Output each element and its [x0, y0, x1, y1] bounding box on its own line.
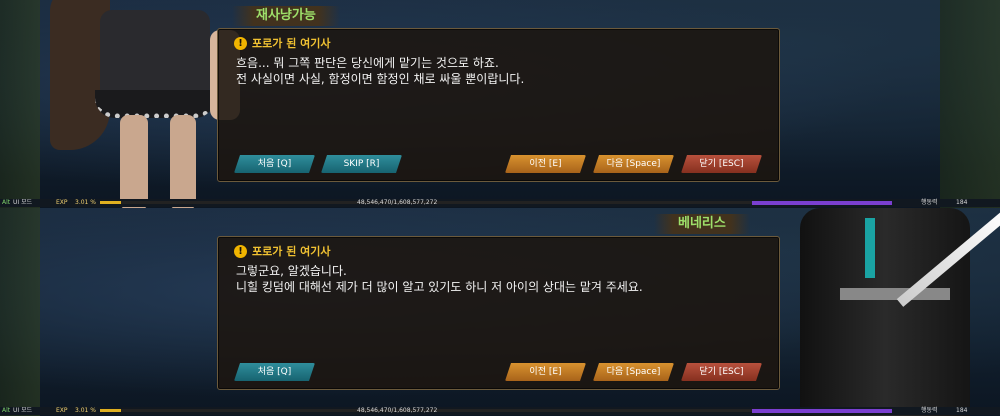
exclamation-icon: ! [234, 244, 247, 258]
stamina-value: 184 [956, 199, 968, 206]
stamina-value: 184 [956, 407, 968, 414]
exp-values: 48,546,470/1,608,577,272 [357, 199, 438, 206]
stamina-bar [752, 201, 892, 205]
dialog-header: ! 포로가 된 여기사 [234, 243, 331, 259]
exp-bar-fill [100, 409, 122, 412]
exp-bar [100, 201, 800, 204]
close-button[interactable]: 닫기 [ESC] [681, 363, 762, 381]
ui-mode-toggle[interactable]: UI 모드 [13, 199, 32, 207]
stamina-label: 행동력 [921, 199, 938, 206]
next-button[interactable]: 다음 [Space] [593, 155, 674, 173]
dialog-header: ! 포로가 된 여기사 [234, 35, 331, 51]
female-knight-character [40, 0, 240, 208]
speaker-name-tag: 재사냥가능 [232, 6, 340, 26]
exp-label: EXP [56, 199, 68, 206]
prev-button[interactable]: 이전 [E] [505, 363, 586, 381]
dialog-line: 니힐 킹덤에 대해선 제가 더 많이 알고 있기도 하니 저 아이의 상대는 맡… [236, 280, 643, 294]
exp-bar-fill [100, 201, 122, 204]
prev-button[interactable]: 이전 [E] [505, 155, 586, 173]
dialog-title: 포로가 된 여기사 [252, 245, 331, 258]
skip-button[interactable]: SKIP [R] [321, 155, 402, 173]
status-bar: Alt UI 모드 EXP 3.01 % 48,546,470/1,608,57… [0, 199, 1000, 207]
stamina-label: 행동력 [921, 407, 938, 414]
close-button[interactable]: 닫기 [ESC] [681, 155, 762, 173]
status-bar: Alt UI 모드 EXP 3.01 % 48,546,470/1,608,57… [0, 407, 1000, 415]
swordsman-character [780, 208, 1000, 416]
dialog-title: 포로가 된 여기사 [252, 37, 331, 50]
background-tree [940, 0, 1000, 208]
exp-bar [100, 409, 800, 412]
dialog-line: 그렇군요, 알겠습니다. [236, 264, 347, 278]
stamina-bar [752, 409, 892, 413]
dialog-line: 흐음... 뭐 그쪽 판단은 당신에게 맡기는 것으로 하죠. [236, 56, 499, 70]
dialog-box: ! 포로가 된 여기사 그렇군요, 알겠습니다. 니힐 킹덤에 대해선 제가 더… [217, 236, 780, 390]
background-tree [0, 208, 40, 416]
alt-key-hint: Alt [2, 407, 11, 414]
first-button[interactable]: 처음 [Q] [234, 155, 315, 173]
exp-percent: 3.01 % [75, 407, 96, 414]
speaker-name-tag: 베네리스 [654, 214, 750, 234]
exclamation-icon: ! [234, 36, 247, 50]
first-button[interactable]: 처음 [Q] [234, 363, 315, 381]
dialog-box: ! 포로가 된 여기사 흐음... 뭐 그쪽 판단은 당신에게 맡기는 것으로 … [217, 28, 780, 182]
next-button[interactable]: 다음 [Space] [593, 363, 674, 381]
exp-percent: 3.01 % [75, 199, 96, 206]
alt-key-hint: Alt [2, 199, 11, 206]
background-tree [0, 0, 40, 208]
exp-label: EXP [56, 407, 68, 414]
dialog-line: 전 사실이면 사실, 함정이면 함정인 채로 싸울 뿐이랍니다. [236, 72, 525, 86]
exp-values: 48,546,470/1,608,577,272 [357, 407, 438, 414]
ui-mode-toggle[interactable]: UI 모드 [13, 407, 32, 415]
